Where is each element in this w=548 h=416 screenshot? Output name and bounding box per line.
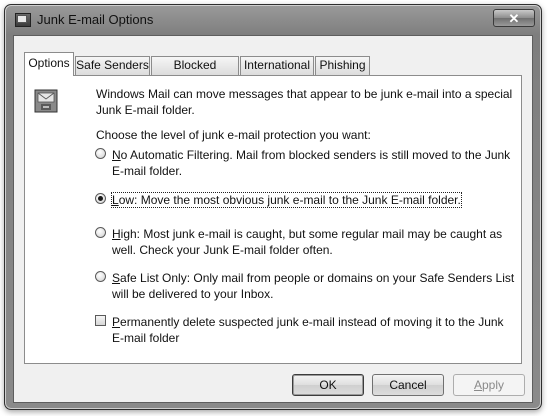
protection-level-prompt: Choose the level of junk e-mail protecti… — [96, 128, 371, 142]
tab-safe-senders[interactable]: Safe Senders — [75, 56, 150, 75]
mail-options-icon — [15, 13, 31, 27]
apply-button[interactable]: Apply — [453, 374, 525, 396]
option-safe-list-only-label: Safe List Only: Only mail from people or… — [112, 271, 515, 301]
junk-mail-icon — [34, 89, 58, 113]
close-icon: ✕ — [508, 11, 520, 26]
option-permanently-delete-label: Permanently delete suspected junk e-mail… — [112, 315, 504, 345]
tab-options[interactable]: Options — [24, 52, 74, 76]
dialog-body: Options Safe Senders Blocked Senders Int… — [13, 35, 533, 403]
radio-no-filtering[interactable] — [95, 148, 106, 159]
window-title: Junk E-mail Options — [37, 12, 154, 27]
junk-email-options-dialog: Junk E-mail Options ✕ Options Safe Sende… — [4, 4, 542, 410]
cancel-button[interactable]: Cancel — [372, 374, 444, 396]
radio-high[interactable] — [95, 227, 106, 238]
tab-international[interactable]: International — [240, 56, 314, 75]
tab-blocked-senders[interactable]: Blocked Senders — [151, 56, 239, 89]
options-panel: Windows Mail can move messages that appe… — [24, 75, 522, 364]
tab-phishing[interactable]: Phishing — [315, 56, 370, 75]
checkbox-permanently-delete[interactable] — [95, 315, 106, 326]
description-text: Windows Mail can move messages that appe… — [96, 87, 513, 117]
ok-button[interactable]: OK — [292, 374, 364, 396]
option-high-label: High: Most junk e-mail is caught, but so… — [112, 227, 503, 257]
close-button[interactable]: ✕ — [493, 9, 535, 27]
option-no-filtering-label: No Automatic Filtering. Mail from blocke… — [112, 148, 511, 178]
title-bar[interactable]: Junk E-mail Options ✕ — [5, 5, 541, 35]
radio-low[interactable] — [95, 193, 106, 204]
radio-safe-list-only[interactable] — [95, 271, 106, 282]
option-low-label: Low: Move the most obvious junk e-mail t… — [111, 192, 462, 208]
